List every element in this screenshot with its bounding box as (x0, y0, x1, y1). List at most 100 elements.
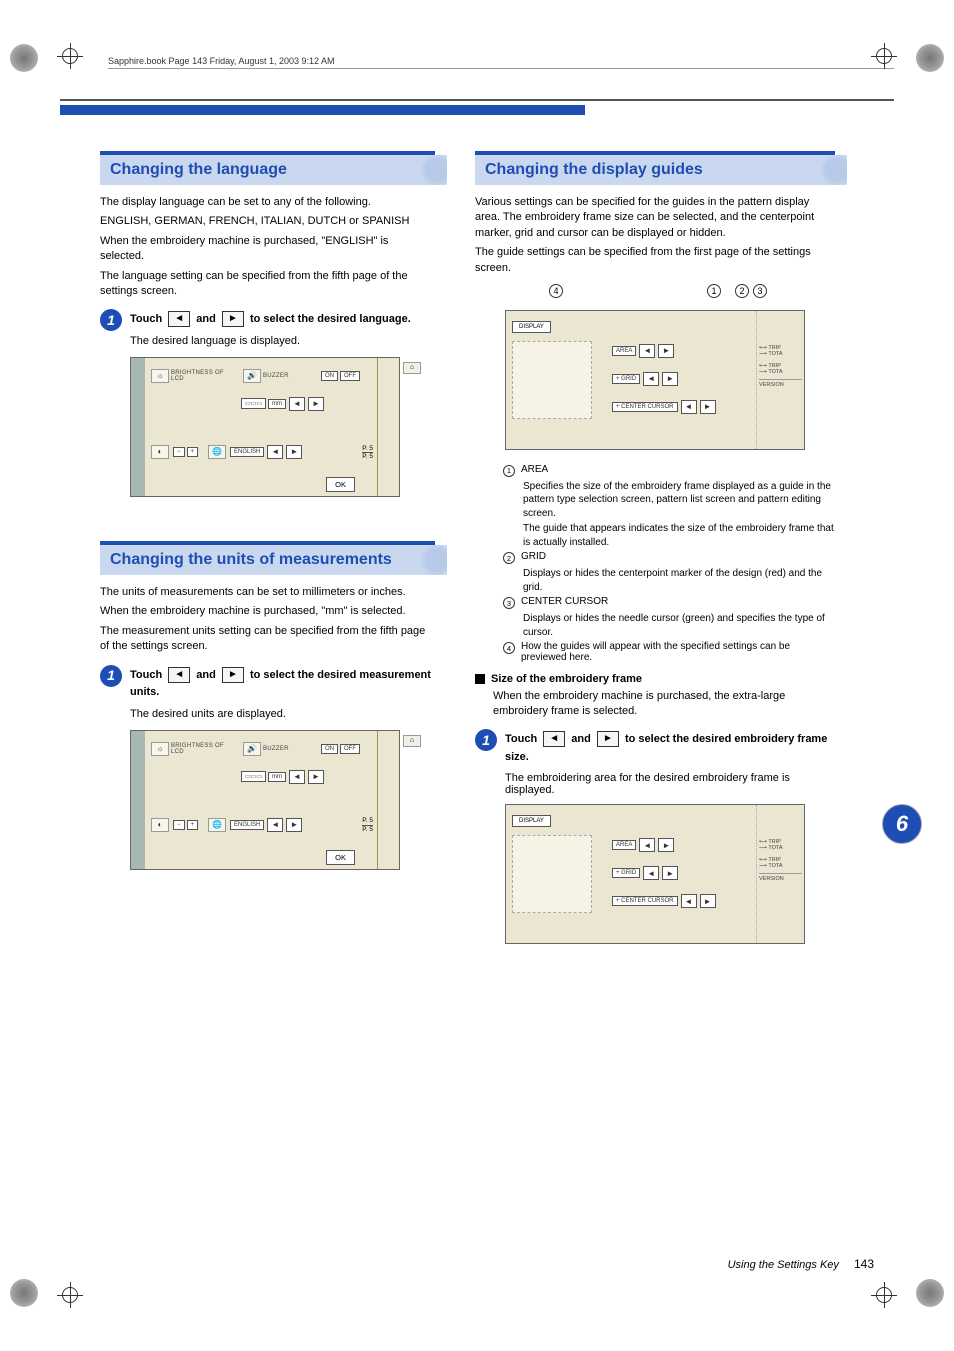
page-header-rules (60, 99, 894, 115)
right-arrow-button[interactable]: ► (658, 344, 674, 358)
left-arrow-button[interactable]: ◄ (267, 818, 283, 832)
right-arrow-button-icon: ► (222, 667, 244, 683)
legend-body: Displays or hides the centerpoint marker… (503, 567, 835, 594)
left-arrow-button[interactable]: ◄ (289, 770, 305, 784)
display-button[interactable]: DISPLAY (512, 815, 551, 827)
square-bullet-icon (475, 674, 485, 684)
buzzer-icon: 🔊 (243, 369, 261, 383)
left-arrow-button[interactable]: ◄ (289, 397, 305, 411)
left-arrow-button[interactable]: ◄ (639, 344, 655, 358)
minus-button[interactable]: − (173, 447, 185, 457)
right-arrow-button[interactable]: ► (662, 372, 678, 386)
two-column-layout: Changing the language The display langua… (60, 151, 894, 954)
step-number-badge: 1 (475, 729, 497, 751)
document-page: Sapphire.book Page 143 Friday, August 1,… (0, 0, 954, 1351)
left-arrow-button[interactable]: ◄ (643, 372, 659, 386)
legend-body: Specifies the size of the embroidery fra… (503, 480, 835, 521)
grid-label: + GRID (612, 868, 640, 878)
right-arrow-button[interactable]: ► (308, 770, 324, 784)
right-arrow-button[interactable]: ► (700, 894, 716, 908)
brightness-icon: ☼ (151, 742, 169, 756)
registration-mark (876, 48, 892, 64)
step-instruction: 1 Touch ◄ and ► to select the desired la… (100, 311, 435, 329)
step-text: and (196, 313, 219, 325)
left-arrow-button[interactable]: ◄ (267, 445, 283, 459)
screen-label: BUZZER (263, 746, 319, 752)
mm-chip: ▭▭▭ (241, 771, 266, 782)
legend-body: The guide that appears indicates the siz… (503, 522, 835, 549)
left-arrow-button[interactable]: ◄ (681, 400, 697, 414)
right-arrow-button[interactable]: ► (658, 838, 674, 852)
body-text: Various settings can be specified for th… (475, 195, 835, 241)
step-number-badge: 1 (100, 309, 122, 331)
book-header: Sapphire.book Page 143 Friday, August 1,… (108, 56, 894, 69)
step-detail: The embroidering area for the desired em… (475, 772, 835, 796)
left-arrow-button[interactable]: ◄ (639, 838, 655, 852)
close-icon[interactable]: ⌂ (403, 362, 421, 374)
left-arrow-button-icon: ◄ (543, 731, 565, 747)
right-arrow-button[interactable]: ► (662, 866, 678, 880)
sub-heading-text: Size of the embroidery frame (491, 673, 642, 685)
right-arrow-button[interactable]: ► (286, 818, 302, 832)
body-text: When the embroidery machine is purchased… (100, 604, 435, 619)
screen-label: BUZZER (263, 373, 319, 379)
version-label: VERSION (759, 379, 802, 385)
step-instruction: 1 Touch ◄ and ► to select the desired em… (475, 731, 835, 766)
right-arrow-button[interactable]: ► (308, 397, 324, 411)
version-label: VERSION (759, 873, 802, 879)
column-right: Changing the display guides Various sett… (475, 151, 835, 954)
step-text: and (571, 733, 594, 745)
step-detail: The desired language is displayed. (100, 335, 435, 347)
preview-area (512, 341, 592, 419)
right-arrow-button[interactable]: ► (700, 400, 716, 414)
section-title-text: Changing the language (110, 161, 287, 178)
legend-body: Displays or hides the needle cursor (gre… (503, 612, 835, 639)
section-title: Changing the display guides (475, 151, 835, 185)
legend-head: AREA (521, 464, 548, 475)
step-number-badge: 1 (100, 665, 122, 687)
guides-screen-figure-2: DISPLAY AREA ◄ ► + GRID ◄ ► (505, 804, 805, 950)
close-icon[interactable]: ⌂ (403, 735, 421, 747)
registration-mark (876, 1287, 892, 1303)
grid-label: + GRID (612, 374, 640, 384)
language-value: ENGLISH (230, 447, 264, 457)
footer-section-title: Using the Settings Key (728, 1259, 839, 1271)
left-arrow-button[interactable]: ◄ (681, 894, 697, 908)
section-title: Changing the units of measurements (100, 541, 435, 575)
corner-ornament (916, 1279, 944, 1307)
section-title: Changing the language (100, 151, 435, 185)
mm-value: mm (268, 772, 286, 782)
step-text: to select the desired language. (250, 313, 411, 325)
registration-mark (62, 1287, 78, 1303)
page-footer: Using the Settings Key 143 (728, 1257, 874, 1271)
center-cursor-label: + CENTER CURSOR (612, 402, 678, 412)
screen-page-indicator: P. 5 P. 5 (362, 817, 373, 832)
right-arrow-button[interactable]: ► (286, 445, 302, 459)
off-button[interactable]: OFF (340, 371, 360, 381)
ok-button[interactable]: OK (326, 477, 355, 492)
legend-head: CENTER CURSOR (521, 596, 608, 607)
on-button[interactable]: ON (321, 744, 338, 754)
section-title-text: Changing the display guides (485, 161, 703, 178)
chapter-tab: 6 (882, 804, 922, 844)
callout-number: 1 (503, 465, 515, 477)
ok-button[interactable]: OK (326, 850, 355, 865)
off-button[interactable]: OFF (340, 744, 360, 754)
display-button[interactable]: DISPLAY (512, 321, 551, 333)
globe-icon: 🌐 (208, 818, 226, 832)
callout-number: 2 (503, 552, 515, 564)
left-arrow-button-icon: ◄ (168, 311, 190, 327)
registration-mark (62, 48, 78, 64)
plus-button[interactable]: + (187, 820, 199, 830)
minus-button[interactable]: − (173, 820, 185, 830)
callout-number: 4 (549, 284, 563, 298)
on-button[interactable]: ON (321, 371, 338, 381)
column-left: Changing the language The display langua… (100, 151, 435, 954)
right-arrow-button-icon: ► (222, 311, 244, 327)
left-arrow-button[interactable]: ◄ (643, 866, 659, 880)
callout-number: 3 (753, 284, 767, 298)
body-text: The guide settings can be specified from… (475, 245, 835, 276)
screen-label: BRIGHTNESS OF LCD (171, 370, 227, 382)
callout-number: 3 (503, 597, 515, 609)
plus-button[interactable]: + (187, 447, 199, 457)
